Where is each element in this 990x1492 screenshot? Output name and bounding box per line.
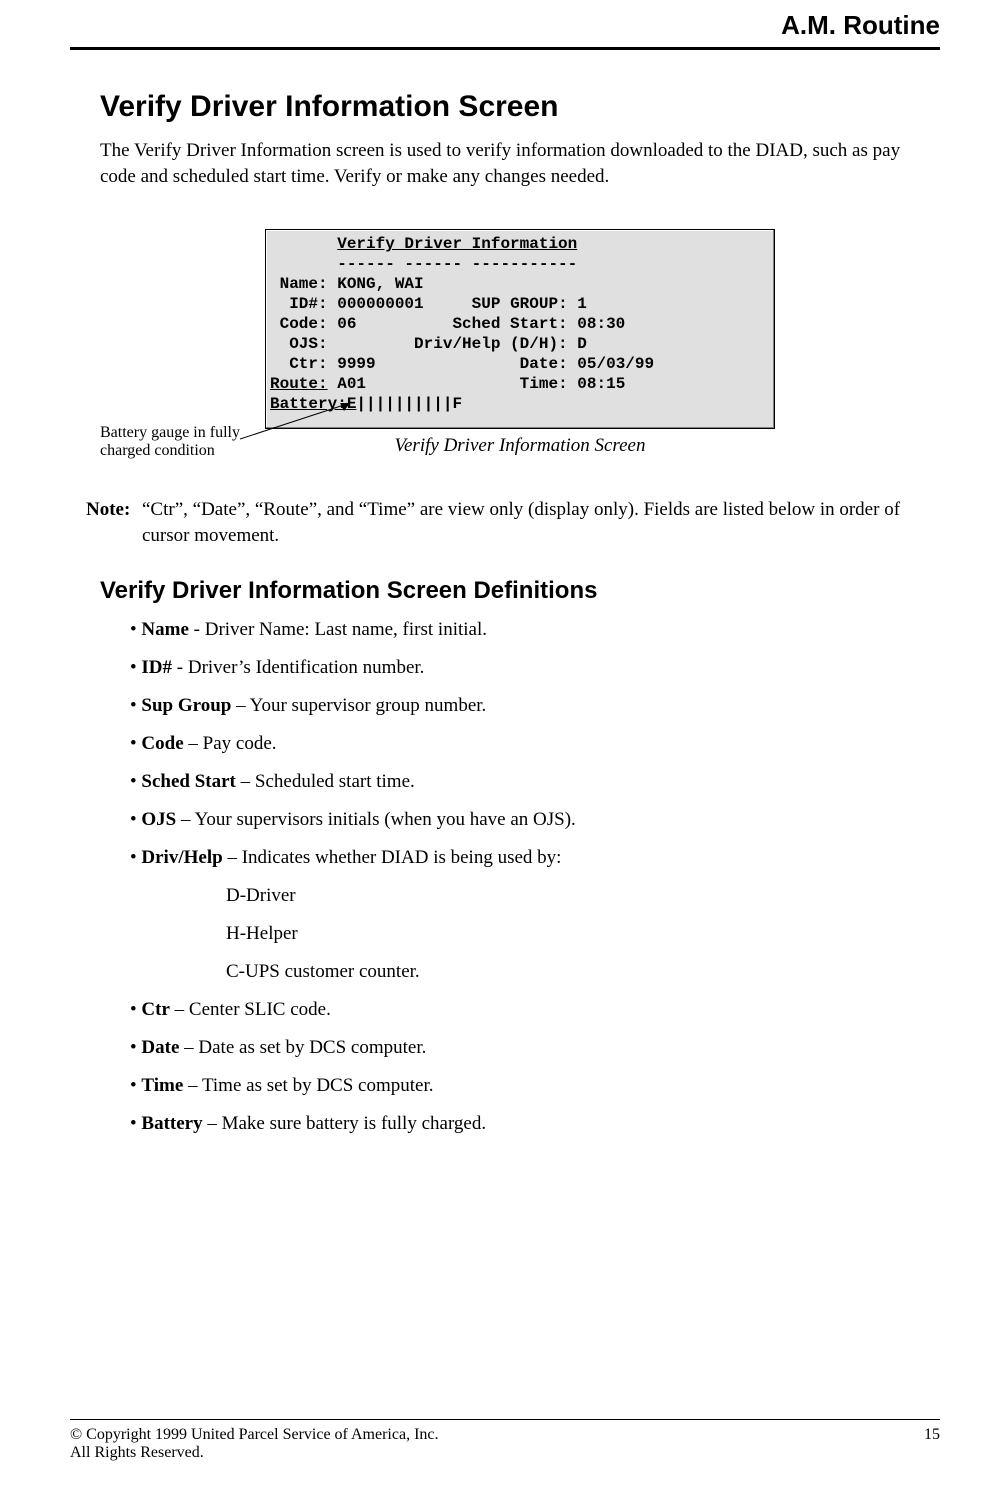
definition-text: Indicates whether DIAD is being used by: xyxy=(242,847,562,868)
lbl-sup: SUP GROUP: xyxy=(472,295,568,313)
definition-text: Make sure battery is fully charged. xyxy=(222,1113,487,1134)
definition-item: Time – Time as set by DCS computer. xyxy=(130,1075,940,1097)
definition-text: Time as set by DCS computer. xyxy=(202,1075,434,1096)
callout-text: Battery gauge in fully charged condition xyxy=(100,424,270,460)
val-name: KONG, WAI xyxy=(337,275,423,293)
note-block: Note: “Ctr”, “Date”, “Route”, and “Time”… xyxy=(86,497,940,548)
definition-sep: – xyxy=(170,999,189,1020)
definitions-list: Name - Driver Name: Last name, first ini… xyxy=(100,619,940,1135)
definition-sep: - xyxy=(172,657,188,678)
page-footer: © Copyright 1999 United Parcel Service o… xyxy=(70,1419,940,1462)
definition-sep: – xyxy=(236,771,255,792)
battery-bar: |||||||||| xyxy=(356,395,452,413)
definition-term: ID# xyxy=(141,657,172,678)
definition-text: Pay code. xyxy=(203,733,277,754)
definition-text: Scheduled start time. xyxy=(255,771,415,792)
figure-wrap: Verify Driver Information ------ ------ … xyxy=(100,229,940,457)
lbl-dh: Driv/Help (D/H): xyxy=(414,335,568,353)
footer-left: © Copyright 1999 United Parcel Service o… xyxy=(70,1426,439,1462)
lbl-ctr: Ctr: xyxy=(270,355,328,373)
definition-item: Name - Driver Name: Last name, first ini… xyxy=(130,619,940,641)
definition-sep: – xyxy=(231,695,249,716)
val-route: A01 xyxy=(337,375,366,393)
val-date: 05/03/99 xyxy=(577,355,654,373)
definition-term: Ctr xyxy=(141,999,169,1020)
definition-sep: – xyxy=(176,809,194,830)
lbl-battery: Battery: xyxy=(270,395,347,413)
header-rule xyxy=(70,47,940,50)
note-text: “Ctr”, “Date”, “Route”, and “Time” are v… xyxy=(142,497,940,548)
definition-text: Driver Name: Last name, first initial. xyxy=(205,619,487,640)
definition-term: Driv/Help xyxy=(141,847,222,868)
rights-line: All Rights Reserved. xyxy=(70,1444,204,1461)
definition-sep: - xyxy=(189,619,205,640)
definition-sublist: D-Driver H-Helper C-UPS customer counter. xyxy=(226,885,940,983)
definition-text: Your supervisor group number. xyxy=(250,695,487,716)
page-title: Verify Driver Information Screen xyxy=(100,90,940,124)
definition-term: Name xyxy=(141,619,188,640)
definition-term: Date xyxy=(141,1037,179,1058)
definition-item: ID# - Driver’s Identification number. xyxy=(130,657,940,679)
battery-e: E xyxy=(347,395,357,413)
term-pad xyxy=(270,255,337,273)
val-start: 08:30 xyxy=(577,315,625,333)
definition-text: Driver’s Identification number. xyxy=(188,657,425,678)
definition-sep: – xyxy=(184,733,203,754)
definition-sep: – xyxy=(203,1113,222,1134)
term-title: Verify Driver Information xyxy=(337,235,577,253)
definition-item: Date – Date as set by DCS computer. xyxy=(130,1037,940,1059)
footer-rule xyxy=(70,1419,940,1420)
lbl-route: Route: xyxy=(270,375,328,393)
page: A.M. Routine Verify Driver Information S… xyxy=(0,0,990,1492)
definition-text: Date as set by DCS computer. xyxy=(198,1037,426,1058)
definition-subitem: H-Helper xyxy=(226,923,940,945)
content-area: Verify Driver Information Screen The Ver… xyxy=(70,90,940,1135)
lbl-name: Name: xyxy=(270,275,328,293)
lbl-date: Date: xyxy=(520,355,568,373)
definition-item: Sup Group – Your supervisor group number… xyxy=(130,695,940,717)
definition-subitem: D-Driver xyxy=(226,885,940,907)
lbl-start: Sched Start: xyxy=(452,315,567,333)
definition-sep: – xyxy=(183,1075,202,1096)
terminal-screenshot: Verify Driver Information ------ ------ … xyxy=(265,229,775,429)
definition-sep: – xyxy=(179,1037,198,1058)
definition-term: Sched Start xyxy=(141,771,235,792)
definition-text: Center SLIC code. xyxy=(189,999,331,1020)
definition-subitem: C-UPS customer counter. xyxy=(226,961,940,983)
running-head: A.M. Routine xyxy=(70,10,940,41)
lbl-time: Time: xyxy=(520,375,568,393)
definitions-heading: Verify Driver Information Screen Definit… xyxy=(100,577,940,605)
val-time: 08:15 xyxy=(577,375,625,393)
copyright-line: © Copyright 1999 United Parcel Service o… xyxy=(70,1426,439,1443)
definition-term: OJS xyxy=(141,809,176,830)
lbl-code: Code: xyxy=(270,315,328,333)
definition-term: Sup Group xyxy=(141,695,231,716)
note-label: Note: xyxy=(86,497,142,548)
definition-item: Battery – Make sure battery is fully cha… xyxy=(130,1113,940,1135)
lbl-ojs: OJS: xyxy=(270,335,328,353)
val-sup: 1 xyxy=(577,295,587,313)
term-dashes: ------ ------ ----------- xyxy=(337,255,577,273)
battery-f: F xyxy=(452,395,462,413)
term-pad xyxy=(270,235,337,253)
lead-paragraph: The Verify Driver Information screen is … xyxy=(100,138,940,189)
definition-sep: – xyxy=(223,847,242,868)
lbl-id: ID#: xyxy=(270,295,328,313)
definition-item: Code – Pay code. xyxy=(130,733,940,755)
page-number: 15 xyxy=(924,1426,940,1462)
definition-item: Driv/Help – Indicates whether DIAD is be… xyxy=(130,847,940,983)
definition-item: OJS – Your supervisors initials (when yo… xyxy=(130,809,940,831)
definition-item: Ctr – Center SLIC code. xyxy=(130,999,940,1021)
definition-item: Sched Start – Scheduled start time. xyxy=(130,771,940,793)
val-ctr: 9999 xyxy=(337,355,375,373)
definition-term: Time xyxy=(141,1075,183,1096)
definition-term: Battery xyxy=(141,1113,202,1134)
definition-text: Your supervisors initials (when you have… xyxy=(195,809,576,830)
val-id: 000000001 xyxy=(337,295,423,313)
val-code: 06 xyxy=(337,315,356,333)
definition-term: Code xyxy=(141,733,183,754)
val-dh: D xyxy=(577,335,587,353)
